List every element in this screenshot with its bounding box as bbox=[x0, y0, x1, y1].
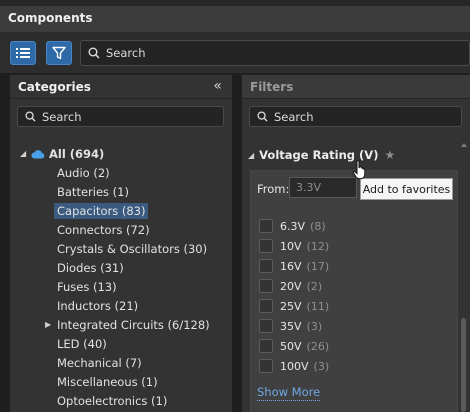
option-value: 6.3V bbox=[280, 219, 306, 233]
global-search-placeholder: Search bbox=[106, 46, 146, 60]
filters-search-input[interactable]: Search bbox=[249, 106, 462, 127]
toolbar: Search bbox=[0, 33, 470, 73]
tree-item-label: Inductors (21) bbox=[57, 299, 139, 313]
filters-search-placeholder: Search bbox=[274, 109, 314, 124]
from-input[interactable]: 3.3V bbox=[289, 177, 357, 198]
tree-item-label: All (694) bbox=[49, 147, 105, 161]
add-to-favorites-tooltip: Add to favorites bbox=[360, 178, 453, 200]
tree-item-batteries[interactable]: Batteries (1) bbox=[57, 183, 129, 201]
option-25v[interactable]: 25V (11) bbox=[259, 298, 329, 314]
tree-item-inductors[interactable]: Inductors (21) bbox=[57, 297, 138, 315]
title-bar: Components bbox=[0, 0, 470, 33]
window-frame-top bbox=[0, 0, 470, 6]
global-search-input[interactable]: Search bbox=[80, 40, 470, 66]
tree-item-label: Crystals & Oscillators (30) bbox=[57, 242, 208, 256]
option-count: (8) bbox=[310, 219, 326, 233]
option-count: (2) bbox=[306, 279, 323, 293]
tree-item-led[interactable]: LED (40) bbox=[57, 335, 107, 353]
tree-item-capacitors[interactable]: Capacitors (83) bbox=[54, 202, 149, 220]
tree-item-label: Diodes (31) bbox=[57, 261, 124, 275]
option-count: (12) bbox=[306, 239, 330, 253]
option-count: (11) bbox=[306, 299, 330, 313]
tree-item-label: Connectors (72) bbox=[57, 223, 150, 237]
categories-title: Categories bbox=[18, 79, 91, 94]
option-count: (26) bbox=[306, 339, 330, 353]
tree-item-optoelectronics[interactable]: Optoelectronics (1) bbox=[57, 392, 167, 410]
collapsed-arrow-icon[interactable]: ▶ bbox=[45, 320, 51, 329]
option-35v[interactable]: 35V (3) bbox=[259, 318, 322, 334]
tree-item-label: Miscellaneous (1) bbox=[57, 375, 158, 389]
option-100v[interactable]: 100V (3) bbox=[259, 358, 329, 374]
checkbox[interactable] bbox=[259, 359, 273, 373]
filters-header: Filters bbox=[242, 75, 470, 99]
expanded-arrow-icon[interactable]: ◢ bbox=[20, 149, 26, 158]
option-value: 10V bbox=[280, 239, 302, 253]
filter-button[interactable] bbox=[46, 41, 72, 65]
option-count: (3) bbox=[306, 319, 323, 333]
option-16v[interactable]: 16V (17) bbox=[259, 258, 329, 274]
tree-item-connectors[interactable]: Connectors (72) bbox=[57, 221, 150, 239]
option-50v[interactable]: 50V (26) bbox=[259, 338, 329, 354]
hand-cursor-icon bbox=[352, 160, 366, 180]
tree-item-all[interactable]: ◢ All (694) bbox=[20, 145, 104, 163]
option-value: 50V bbox=[280, 339, 302, 353]
checkbox[interactable] bbox=[259, 219, 273, 233]
panel-title: Components bbox=[8, 11, 93, 25]
option-count: (3) bbox=[313, 359, 330, 373]
checkbox[interactable] bbox=[259, 339, 273, 353]
checkbox[interactable] bbox=[259, 299, 273, 313]
expanded-arrow-icon[interactable]: ◢ bbox=[248, 151, 254, 160]
tree-item-crystals-oscillators[interactable]: Crystals & Oscillators (30) bbox=[57, 240, 207, 258]
list-icon bbox=[16, 48, 30, 58]
tree-item-label: Integrated Circuits (6/128) bbox=[57, 318, 210, 332]
search-icon bbox=[25, 111, 36, 122]
list-view-button[interactable] bbox=[10, 41, 36, 65]
checkbox[interactable] bbox=[259, 259, 273, 273]
option-value: 35V bbox=[280, 319, 302, 333]
collapse-panel-icon[interactable]: « bbox=[213, 79, 222, 93]
option-count: (17) bbox=[306, 259, 330, 273]
tree-item-label: Capacitors (83) bbox=[54, 203, 149, 219]
tree-item-label: Fuses (13) bbox=[57, 280, 117, 294]
option-value: 20V bbox=[280, 279, 302, 293]
option-value: 100V bbox=[280, 359, 309, 373]
checkbox[interactable] bbox=[259, 279, 273, 293]
tree-item-label: Mechanical (7) bbox=[57, 356, 142, 370]
option-20v[interactable]: 20V (2) bbox=[259, 278, 322, 294]
scroll-up-icon[interactable] bbox=[461, 142, 467, 148]
option-10v[interactable]: 10V (12) bbox=[259, 238, 329, 254]
star-icon[interactable]: ★ bbox=[384, 148, 395, 162]
tree-item-integrated-circuits[interactable]: ▶ Integrated Circuits (6/128) bbox=[45, 316, 210, 334]
tree-item-label: Audio (2) bbox=[57, 166, 110, 180]
search-icon bbox=[88, 47, 100, 59]
tree-item-mechanical[interactable]: Mechanical (7) bbox=[57, 354, 142, 372]
filter-icon bbox=[52, 46, 66, 60]
categories-search-input[interactable]: Search bbox=[17, 106, 224, 127]
option-6-3v[interactable]: 6.3V (8) bbox=[259, 218, 326, 234]
tree-item-label: Batteries (1) bbox=[57, 185, 129, 199]
search-icon bbox=[257, 111, 268, 122]
filters-title: Filters bbox=[250, 79, 294, 94]
tree-item-diodes[interactable]: Diodes (31) bbox=[57, 259, 124, 277]
checkbox[interactable] bbox=[259, 239, 273, 253]
tree-item-audio[interactable]: Audio (2) bbox=[57, 164, 110, 182]
cloud-icon bbox=[31, 150, 45, 159]
from-label: From: bbox=[257, 182, 290, 196]
tree-item-miscellaneous[interactable]: Miscellaneous (1) bbox=[57, 373, 158, 391]
tree-item-fuses[interactable]: Fuses (13) bbox=[57, 278, 117, 296]
option-value: 25V bbox=[280, 299, 302, 313]
show-more-link[interactable]: Show More bbox=[257, 385, 321, 401]
option-value: 16V bbox=[280, 259, 302, 273]
categories-search-placeholder: Search bbox=[42, 109, 82, 124]
voltage-rating-section-header[interactable]: ◢ Voltage Rating (V) ★ bbox=[248, 148, 395, 162]
tree-item-label: LED (40) bbox=[57, 337, 107, 351]
categories-header: Categories bbox=[10, 75, 232, 99]
tree-item-label: Optoelectronics (1) bbox=[57, 394, 168, 408]
checkbox[interactable] bbox=[259, 319, 273, 333]
filters-scrollbar-thumb[interactable] bbox=[461, 318, 466, 412]
